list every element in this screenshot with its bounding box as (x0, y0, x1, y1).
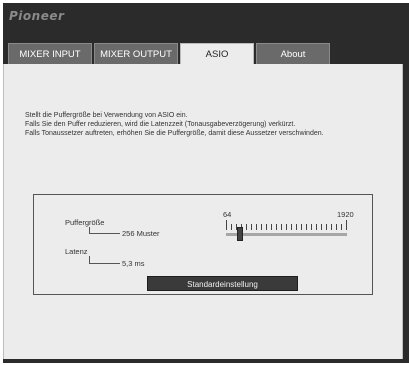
latency-value: 5,3 ms (122, 259, 145, 268)
slider-ticks (226, 224, 347, 230)
tab-about[interactable]: About (256, 43, 330, 64)
slider-tick-end (346, 220, 347, 230)
pioneer-logo: Pioneer (9, 9, 65, 23)
slider-max-label: 1920 (337, 210, 354, 219)
description-line: Stellt die Puffergröße bei Verwendung vo… (25, 112, 188, 119)
buffer-slider-track[interactable] (226, 233, 347, 236)
window-bottom-edge (3, 359, 409, 363)
buffer-size-value: 256 Muster (122, 229, 160, 238)
latency-label: Latenz (65, 247, 88, 256)
description-line: Falls Sie den Puffer reduzieren, wird di… (25, 121, 296, 128)
description-line: Falls Tonaussetzer auftreten, erhöhen Si… (25, 130, 324, 137)
asio-description: Stellt die Puffergröße bei Verwendung vo… (25, 111, 324, 138)
tab-asio[interactable]: ASIO (180, 43, 254, 66)
tab-mixer-output[interactable]: MIXER OUTPUT (94, 43, 178, 64)
slider-tick-start (226, 220, 227, 230)
latency-connector (89, 256, 120, 264)
tab-mixer-input[interactable]: MIXER INPUT (8, 43, 92, 64)
buffer-size-connector (89, 227, 120, 234)
buffer-slider-thumb[interactable] (237, 227, 243, 241)
tab-bar: MIXER INPUT MIXER OUTPUT ASIO About (3, 43, 405, 66)
title-bar: Pioneer (3, 3, 409, 45)
buffer-size-label: Puffergröße (65, 218, 105, 227)
default-settings-button[interactable]: Standardeinstellung (147, 276, 298, 291)
slider-min-label: 64 (223, 210, 232, 219)
